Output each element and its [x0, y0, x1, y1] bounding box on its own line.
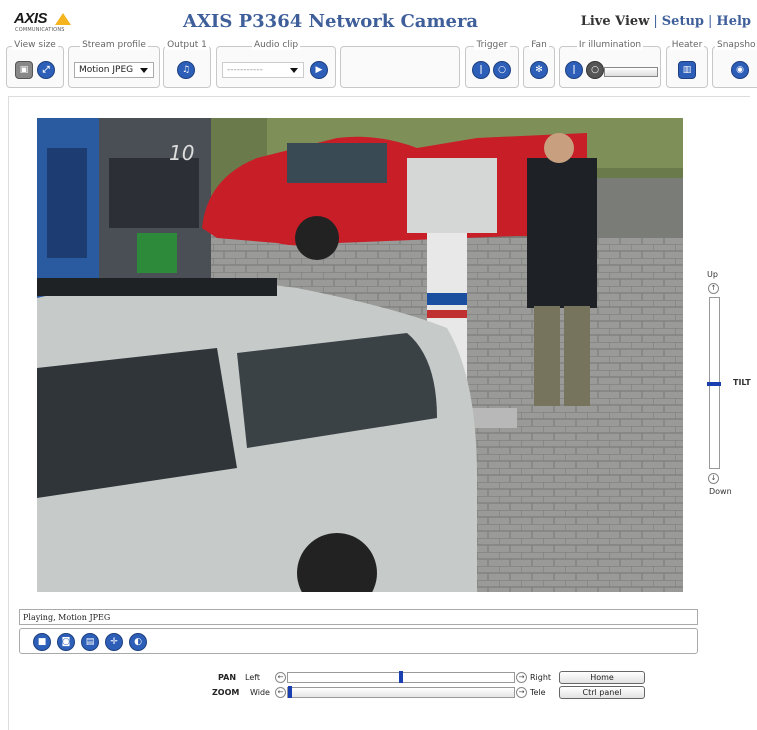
ir-off-icon[interactable]: ○ — [586, 61, 604, 79]
tilt-up-label: Up — [707, 270, 718, 279]
zoom-wide-label: Wide — [250, 688, 270, 697]
audio-clip-label: Audio clip — [251, 40, 301, 50]
fan-icon[interactable]: ✻ — [530, 61, 548, 79]
stop-icon[interactable]: ■ — [33, 633, 51, 651]
chevron-down-icon — [140, 68, 148, 73]
trigger-label: Trigger — [474, 40, 510, 50]
volume-icon[interactable]: ◐ — [129, 633, 147, 651]
toolbar: View size ▣ ⤢ Stream profile Motion JPEG… — [0, 40, 757, 92]
view-size-group: View size ▣ ⤢ — [6, 40, 64, 88]
nav-live-view[interactable]: Live View — [581, 14, 650, 29]
nav-help[interactable]: Help — [716, 14, 751, 29]
pan-right-arrow-icon[interactable]: → — [516, 672, 527, 683]
output-group: Output 1 ♫ — [163, 40, 211, 88]
fan-label: Fan — [529, 40, 549, 50]
view-size-full-icon[interactable]: ⤢ — [37, 61, 55, 79]
output-label: Output 1 — [165, 40, 209, 50]
ir-illumination-label: Ir illumination — [576, 40, 644, 50]
top-nav: Live View | Setup | Help — [580, 14, 751, 29]
output-bell-icon[interactable]: ♫ — [177, 61, 195, 79]
live-video-stream[interactable]: 10 — [37, 118, 683, 592]
trigger-off-icon[interactable]: ○ — [493, 61, 511, 79]
snapshot-label: Snapsho — [715, 40, 757, 50]
fan-group: Fan ✻ — [523, 40, 555, 88]
tilt-down-arrow-icon[interactable]: ↓ — [708, 473, 719, 484]
snapshot-icon[interactable]: ◙ — [57, 633, 75, 651]
audio-clip-group: Audio clip ----------- ▶ — [216, 40, 336, 88]
stream-profile-label: Stream profile — [80, 40, 148, 50]
ctrl-panel-button[interactable]: Ctrl panel — [559, 686, 645, 699]
zoom-tele-arrow-icon[interactable]: → — [516, 687, 527, 698]
ir-on-icon[interactable]: | — [565, 61, 583, 79]
audio-clip-select[interactable]: ----------- — [222, 62, 304, 78]
ptz-navigate-icon[interactable]: ✛ — [105, 633, 123, 651]
zoom-wide-arrow-icon[interactable]: ← — [275, 687, 286, 698]
logo-text: AXIS — [14, 10, 48, 27]
snapshot-group: Snapsho ◉ — [712, 40, 757, 88]
axis-logo: AXIS COMMUNICATIONS — [14, 10, 74, 34]
trigger-on-icon[interactable]: | — [472, 61, 490, 79]
page-title: AXIS P3364 Network Camera — [183, 11, 479, 32]
zoom-label: ZOOM — [212, 688, 240, 697]
status-bar: Playing, Motion JPEG — [19, 609, 698, 625]
play-audio-icon[interactable]: ▶ — [310, 61, 328, 79]
chevron-down-icon — [290, 68, 298, 73]
snapshot-camera-icon[interactable]: ◉ — [731, 61, 749, 79]
view-size-small-icon[interactable]: ▣ — [15, 61, 33, 79]
stream-profile-select[interactable]: Motion JPEG — [74, 62, 154, 78]
pan-left-arrow-icon[interactable]: ← — [275, 672, 286, 683]
tilt-slider-thumb[interactable] — [707, 381, 721, 386]
logo-triangle-icon — [55, 13, 71, 25]
pan-label: PAN — [218, 673, 237, 682]
audio-clip-value: ----------- — [227, 65, 263, 75]
heater-icon[interactable]: ▥ — [678, 61, 696, 79]
tilt-label: TILT — [733, 378, 751, 387]
view-size-label: View size — [12, 40, 58, 50]
tilt-down-label: Down — [709, 487, 732, 496]
stream-profile-value: Motion JPEG — [79, 65, 134, 75]
pan-left-label: Left — [245, 673, 261, 682]
pan-slider-thumb[interactable] — [399, 671, 403, 683]
record-icon[interactable]: ▤ — [81, 633, 99, 651]
ir-illumination-group: Ir illumination | ○ — [559, 40, 661, 88]
logo-subtext: COMMUNICATIONS — [15, 27, 65, 33]
nav-setup[interactable]: Setup — [662, 14, 704, 29]
zoom-slider-thumb[interactable] — [288, 686, 292, 698]
video-frame-image: 10 — [37, 118, 683, 592]
heater-group: Heater ▥ — [666, 40, 708, 88]
zoom-slider-track[interactable] — [287, 687, 515, 698]
empty-group — [340, 46, 460, 88]
pan-right-label: Right — [530, 673, 552, 682]
svg-text:10: 10 — [169, 141, 194, 165]
player-controls: ■ ◙ ▤ ✛ ◐ — [19, 628, 698, 654]
trigger-group: Trigger | ○ — [465, 40, 519, 88]
zoom-tele-label: Tele — [530, 688, 546, 697]
tilt-up-arrow-icon[interactable]: ↑ — [708, 283, 719, 294]
stream-profile-group: Stream profile Motion JPEG — [68, 40, 160, 88]
status-text: Playing, Motion JPEG — [23, 613, 111, 622]
heater-label: Heater — [669, 40, 705, 50]
ir-intensity-slider[interactable] — [604, 67, 658, 77]
home-button[interactable]: Home — [559, 671, 645, 684]
